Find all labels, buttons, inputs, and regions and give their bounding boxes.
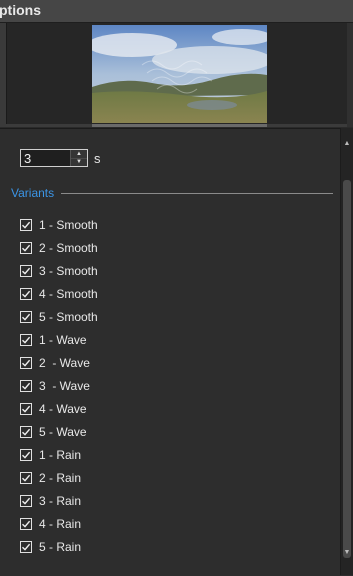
checkmark-icon (22, 221, 31, 229)
variant-checkbox[interactable] (20, 517, 32, 530)
preview-selection-indicator (92, 124, 267, 127)
checkmark-icon (22, 428, 31, 436)
variant-item[interactable]: 2 - Smooth (20, 236, 320, 259)
variant-checkbox[interactable] (20, 310, 32, 323)
variant-item[interactable]: 1 - Wave (20, 328, 320, 351)
variant-checkbox[interactable] (20, 379, 32, 392)
variants-list: 1 - Smooth 2 - Smooth 3 - Smooth 4 - Smooth… (20, 213, 320, 558)
variant-label: 3 - Smooth (39, 263, 98, 278)
variant-item[interactable]: 5 - Smooth (20, 305, 320, 328)
variant-item[interactable]: 1 - Smooth (20, 213, 320, 236)
scrollbar-thumb[interactable] (343, 180, 351, 558)
variant-checkbox[interactable] (20, 356, 32, 369)
variant-checkbox[interactable] (20, 471, 32, 484)
variant-item[interactable]: 1 - Rain (20, 443, 320, 466)
variant-checkbox[interactable] (20, 333, 32, 346)
variant-checkbox[interactable] (20, 540, 32, 553)
variant-checkbox[interactable] (20, 494, 32, 507)
variant-checkbox[interactable] (20, 218, 32, 231)
group-divider (61, 193, 333, 194)
variant-item[interactable]: 4 - Rain (20, 512, 320, 535)
variant-checkbox[interactable] (20, 425, 32, 438)
checkmark-icon (22, 267, 31, 275)
variant-label: 2 - Smooth (39, 240, 98, 255)
preview-right-edge (347, 23, 353, 127)
duration-stepper[interactable]: ▲ ▼ (70, 150, 87, 166)
variant-label: 3 - Wave (39, 378, 90, 393)
variants-group-header: Variants (11, 186, 333, 202)
checkmark-icon (22, 451, 31, 459)
variant-label: 3 - Rain (39, 493, 82, 508)
preview-left-edge (0, 23, 7, 127)
checkmark-icon (22, 382, 31, 390)
preview-thumbnail[interactable] (92, 25, 267, 123)
variant-item[interactable]: 5 - Wave (20, 420, 320, 443)
variant-label: 5 - Wave (39, 424, 87, 439)
checkmark-icon (22, 543, 31, 551)
variant-checkbox[interactable] (20, 448, 32, 461)
variant-label: 4 - Rain (39, 516, 82, 531)
variant-label: 5 - Smooth (39, 309, 98, 324)
chevron-down-icon[interactable]: ▼ (71, 158, 87, 166)
scroll-up-arrow-icon[interactable]: ▲ (341, 138, 353, 150)
variant-label: 1 - Smooth (39, 217, 98, 232)
checkmark-icon (22, 313, 31, 321)
variant-label: 5 - Rain (39, 539, 82, 554)
variant-checkbox[interactable] (20, 402, 32, 415)
variant-label: 4 - Smooth (39, 286, 98, 301)
checkmark-icon (22, 474, 31, 482)
variant-item[interactable]: 3 - Smooth (20, 259, 320, 282)
duration-unit: s (94, 150, 101, 166)
scroll-down-arrow-icon[interactable]: ▼ (341, 547, 353, 559)
variant-label: 4 - Wave (39, 401, 87, 416)
checkmark-icon (22, 244, 31, 252)
window-titlebar: ptions (0, 0, 353, 23)
options-panel: 3 ▲ ▼ s Variants 1 - Smooth 2 - Smooth 3 -… (0, 128, 353, 576)
variant-checkbox[interactable] (20, 264, 32, 277)
variant-label: 2 - Wave (39, 355, 90, 370)
window-title: ptions (0, 2, 41, 18)
variant-label: 2 - Rain (39, 470, 82, 485)
checkmark-icon (22, 520, 31, 528)
landscape-image (92, 25, 267, 123)
duration-value[interactable]: 3 (24, 151, 31, 166)
variant-label: 1 - Rain (39, 447, 82, 462)
checkmark-icon (22, 290, 31, 298)
variant-item[interactable]: 2 - Rain (20, 466, 320, 489)
checkmark-icon (22, 497, 31, 505)
variant-item[interactable]: 3 - Wave (20, 374, 320, 397)
vertical-scrollbar[interactable]: ▲ ▼ (340, 128, 353, 575)
variant-checkbox[interactable] (20, 241, 32, 254)
variants-title: Variants (11, 186, 55, 200)
checkmark-icon (22, 405, 31, 413)
variant-item[interactable]: 4 - Smooth (20, 282, 320, 305)
variant-label: 1 - Wave (39, 332, 87, 347)
checkmark-icon (22, 359, 31, 367)
checkmark-icon (22, 336, 31, 344)
preview-strip (0, 23, 353, 127)
variant-item[interactable]: 5 - Rain (20, 535, 320, 558)
variant-item[interactable]: 4 - Wave (20, 397, 320, 420)
variant-checkbox[interactable] (20, 287, 32, 300)
duration-row: 3 ▲ ▼ s (20, 149, 101, 167)
duration-spinbox[interactable]: 3 ▲ ▼ (20, 149, 88, 167)
variant-item[interactable]: 3 - Rain (20, 489, 320, 512)
variant-item[interactable]: 2 - Wave (20, 351, 320, 374)
